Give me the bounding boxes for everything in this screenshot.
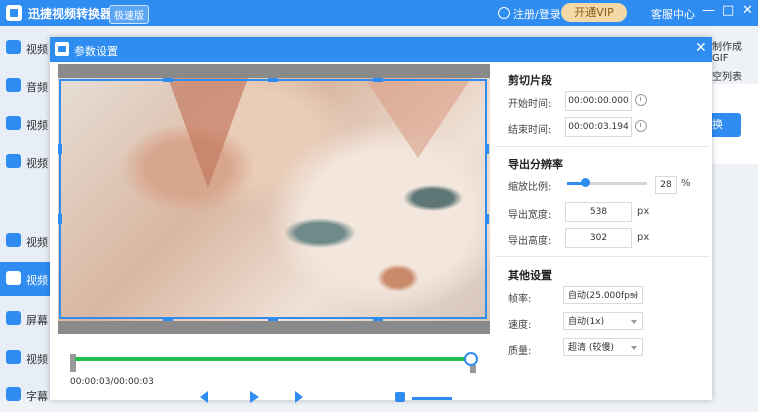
sidebar-item-8[interactable]: 字幕	[0, 378, 50, 412]
crop-handle[interactable]	[485, 144, 489, 154]
chevron-down-icon	[631, 320, 637, 324]
width-label: 导出宽度:	[508, 210, 552, 221]
height-input[interactable]: 302	[565, 228, 632, 248]
screen-icon	[6, 311, 21, 325]
app-logo	[6, 5, 22, 21]
video-icon	[6, 233, 21, 247]
video-icon	[6, 350, 21, 364]
percent-unit: %	[681, 178, 691, 189]
resolution-section-title: 导出分辨率	[508, 158, 563, 171]
settings-icon	[55, 42, 69, 56]
close-app-button[interactable]: ✕	[742, 3, 753, 18]
fps-label: 帧率:	[508, 294, 532, 305]
crop-handle[interactable]	[58, 214, 62, 224]
crop-frame[interactable]	[59, 79, 487, 319]
dialog-title: 参数设置	[74, 45, 118, 58]
fps-select[interactable]: 自动(25.000fps)	[563, 286, 643, 304]
quality-label: 质量:	[508, 346, 532, 357]
video-icon	[6, 154, 21, 168]
start-time-input[interactable]: 00:00:00.000	[565, 91, 632, 111]
speed-value: 自动(1x)	[568, 317, 605, 327]
maximize-button[interactable]: □	[722, 3, 734, 18]
scale-label: 缩放比例:	[508, 182, 552, 193]
crop-handle[interactable]	[58, 144, 62, 154]
trim-end-handle[interactable]	[470, 365, 476, 373]
user-icon	[498, 7, 510, 19]
cloud-icon	[6, 271, 21, 285]
crop-handle[interactable]	[373, 78, 383, 82]
speed-label: 速度:	[508, 320, 532, 331]
crop-handle[interactable]	[485, 214, 489, 224]
height-label: 导出高度:	[508, 236, 552, 247]
chevron-down-icon	[631, 294, 637, 298]
crop-handle[interactable]	[268, 78, 278, 82]
dialog-header: 参数设置 ✕	[50, 37, 712, 62]
crop-handle[interactable]	[163, 78, 173, 82]
chevron-down-icon	[631, 346, 637, 350]
timecode: 00:00:03/00:00:03	[70, 377, 154, 387]
clock-icon[interactable]	[635, 120, 647, 132]
playback-controls	[200, 391, 320, 403]
speed-select[interactable]: 自动(1x)	[563, 312, 643, 330]
video-icon	[6, 116, 21, 130]
sidebar-item-0[interactable]: 视频	[0, 31, 50, 65]
volume-icon[interactable]	[395, 392, 405, 402]
divider	[495, 256, 710, 257]
video-icon	[6, 40, 21, 54]
convert-button[interactable]: 换	[712, 113, 741, 137]
sidebar-item-6[interactable]: 屏幕	[0, 302, 50, 336]
clock-icon[interactable]	[635, 94, 647, 106]
fast-forward-icon[interactable]	[295, 391, 303, 403]
login-link[interactable]: 注册/登录	[498, 6, 561, 22]
divider	[495, 146, 710, 147]
other-section-title: 其他设置	[508, 269, 552, 282]
width-unit: px	[637, 206, 650, 217]
audio-icon	[6, 78, 21, 92]
quality-select[interactable]: 超清 (较慢)	[563, 338, 643, 356]
playhead-knob[interactable]	[464, 352, 478, 366]
params-dialog: 参数设置 ✕ 00:00:03/00:00:03 剪切片段 开始时间: 00:0…	[50, 37, 712, 403]
help-center-link[interactable]: 客服中心	[651, 6, 695, 22]
sidebar-item-2[interactable]: 视频	[0, 107, 50, 141]
crop-handle[interactable]	[268, 317, 278, 321]
close-icon[interactable]: ✕	[695, 40, 707, 56]
sidebar-item-1[interactable]: 音频	[0, 69, 50, 103]
login-label: 注册/登录	[513, 8, 561, 21]
height-unit: px	[637, 232, 650, 243]
crop-handle[interactable]	[163, 317, 173, 321]
minimize-button[interactable]: —	[702, 3, 715, 18]
title-bar: 迅捷视频转换器 极速版 注册/登录 开通VIP 客服中心 — □ ✕	[0, 0, 758, 26]
make-gif-link[interactable]: 制作成GIF	[712, 38, 758, 64]
timeline-track[interactable]	[75, 357, 470, 361]
scale-slider-knob[interactable]	[581, 178, 590, 187]
app-title: 迅捷视频转换器	[28, 7, 113, 21]
quality-value: 超清 (较慢)	[568, 343, 614, 353]
clear-list-link[interactable]: 空列表	[712, 68, 742, 83]
edition-badge: 极速版	[109, 5, 149, 24]
subtitle-icon	[6, 387, 21, 401]
start-time-label: 开始时间:	[508, 99, 552, 110]
end-time-label: 结束时间:	[508, 125, 552, 136]
crop-handle[interactable]	[373, 317, 383, 321]
width-input[interactable]: 538	[565, 202, 632, 222]
sidebar-item-4[interactable]: 视频	[0, 224, 50, 258]
fps-value: 自动(25.000fps)	[568, 291, 639, 301]
sidebar: 视频 音频 视频 视频 视频 视频 屏幕 视频 字幕	[0, 26, 50, 403]
sidebar-item-3[interactable]: 视频	[0, 145, 50, 179]
video-preview	[58, 64, 490, 334]
sidebar-item-5[interactable]: 视频	[0, 262, 50, 296]
settings-panel: 剪切片段 开始时间: 00:00:00.000 结束时间: 00:00:03.1…	[495, 64, 710, 400]
end-time-input[interactable]: 00:00:03.194	[565, 117, 632, 137]
rewind-icon[interactable]	[200, 391, 208, 403]
scale-input[interactable]: 28	[655, 176, 677, 194]
vip-button[interactable]: 开通VIP	[561, 3, 627, 22]
sidebar-item-7[interactable]: 视频	[0, 341, 50, 375]
cut-section-title: 剪切片段	[508, 74, 552, 87]
play-icon[interactable]	[250, 391, 259, 403]
